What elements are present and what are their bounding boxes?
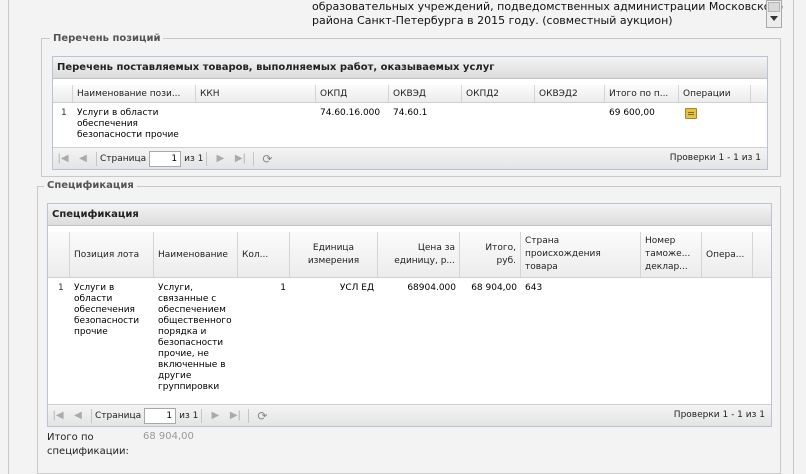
prev-page-icon[interactable]: ◀ (71, 409, 85, 423)
spec-legend: Спецификация (44, 180, 137, 191)
pager-info: Проверки 1 - 1 из 1 (669, 153, 761, 163)
positions-panel: Перечень поставляемых товаров, выполняем… (52, 56, 768, 170)
pager-info: Проверки 1 - 1 из 1 (673, 410, 765, 420)
positions-panel-title: Перечень поставляемых товаров, выполняем… (53, 57, 767, 79)
pager-separator (253, 151, 255, 166)
pager-separator (201, 408, 203, 423)
page-of-label: из 1 (179, 410, 199, 421)
spec-qty: 1 (280, 283, 286, 293)
position-operations (679, 104, 751, 123)
refresh-icon[interactable]: ⟳ (260, 152, 274, 166)
col-header-unit[interactable]: Единица измерения (290, 232, 378, 277)
col-header-kkn[interactable]: ККН (196, 85, 316, 102)
col-header-price[interactable]: Цена за единицу, р... (378, 232, 460, 277)
col-header-total[interactable]: Итого по п... (605, 85, 679, 102)
col-header-operations[interactable]: Операции (679, 85, 751, 102)
spec-panel-title: Спецификация (48, 204, 771, 226)
spec-rownum-header (48, 232, 70, 277)
col-header-okpd2[interactable]: ОКПД2 (462, 85, 535, 102)
description-scrollbar[interactable] (766, 0, 782, 28)
pager-separator (91, 408, 92, 423)
col-header-customs[interactable]: Номер таможе... деклар... (641, 232, 702, 277)
page-label: Страница (95, 410, 142, 421)
pager-separator (96, 151, 97, 166)
spec-name: Услуги, связанные с обеспечением обществ… (158, 283, 232, 392)
description-line-1: образовательных учреждений, подведомстве… (312, 0, 783, 13)
page-label: Страница (100, 153, 147, 164)
spec-lot-position: Услуги в области обеспечения безопасност… (74, 283, 140, 337)
table-row[interactable]: 1 Услуги в области обеспечения безопасно… (53, 104, 767, 146)
next-page-icon[interactable]: ▶ (213, 152, 227, 166)
position-okpd2 (462, 104, 535, 108)
spec-total: 68 904,00 (471, 283, 517, 293)
last-page-icon[interactable]: ▶| (233, 152, 247, 166)
position-okved2 (535, 104, 605, 108)
pager-separator (206, 151, 208, 166)
spec-grid-header: Позиция лота Наименование Кол... Единица… (48, 232, 771, 278)
scroll-down-arrow-icon[interactable] (770, 16, 778, 21)
col-header-spec-operations[interactable]: Опера... (702, 232, 753, 277)
page-number-input[interactable] (144, 407, 177, 424)
spec-customs (641, 279, 702, 283)
positions-pager: |◀ ◀ Страница из 1 ▶ ▶| ⟳ Проверки 1 - 1… (53, 147, 767, 169)
col-header-okpd[interactable]: ОКПД (316, 85, 389, 102)
col-header-okved2[interactable]: ОКВЭД2 (535, 85, 605, 102)
procurement-description: образовательных учреждений, подведомстве… (312, 0, 783, 28)
position-okpd: 74.60.16.000 (320, 108, 381, 118)
positions-legend: Перечень позиций (50, 33, 164, 44)
scrollbar-thumb[interactable] (768, 2, 780, 12)
right-border (793, 0, 794, 474)
last-page-icon[interactable]: ▶| (228, 409, 242, 423)
spec-unit: УСЛ ЕД (339, 283, 374, 293)
table-row[interactable]: 1 Услуги в области обеспечения безопасно… (48, 279, 771, 400)
col-header-name[interactable]: Наименование пози... (73, 85, 196, 102)
col-header-country[interactable]: Страна происхождения товара (521, 232, 641, 277)
row-number: 1 (58, 283, 64, 293)
page-number-input[interactable] (149, 150, 182, 167)
positions-grid-header: Наименование пози... ККН ОКПД ОКВЭД ОКПД… (53, 85, 767, 103)
description-line-2: района Санкт-Петербурга в 2015 году. (со… (312, 14, 673, 27)
row-number: 1 (61, 108, 67, 118)
first-page-icon[interactable]: |◀ (51, 409, 65, 423)
col-header-spec-total[interactable]: Итого, руб. (460, 232, 521, 277)
spec-price: 68904.000 (407, 283, 456, 293)
left-border (8, 0, 9, 474)
next-page-icon[interactable]: ▶ (208, 409, 222, 423)
refresh-icon[interactable]: ⟳ (255, 409, 269, 423)
page-of-label: из 1 (184, 153, 204, 164)
spec-total-value: 68 904,00 (143, 431, 194, 442)
spec-panel: Спецификация Позиция лота Наименование К… (47, 203, 772, 427)
first-page-icon[interactable]: |◀ (56, 152, 70, 166)
col-header-spec-name[interactable]: Наименование (154, 232, 238, 277)
positions-rownum-header (53, 85, 73, 102)
spec-total-label: Итого по спецификации: (47, 432, 129, 457)
col-header-lot-position[interactable]: Позиция лота (70, 232, 154, 277)
pager-separator (248, 408, 250, 423)
position-kkn (196, 104, 316, 108)
spec-pager: |◀ ◀ Страница из 1 ▶ ▶| ⟳ Проверки 1 - 1… (48, 404, 771, 426)
position-okved: 74.60.1 (393, 108, 428, 118)
position-total: 69 600,00 (609, 108, 655, 118)
position-name: Услуги в области обеспечения безопасност… (77, 108, 179, 140)
document-icon[interactable] (685, 108, 697, 119)
prev-page-icon[interactable]: ◀ (76, 152, 90, 166)
spec-country: 643 (525, 283, 543, 293)
col-header-qty[interactable]: Кол... (238, 232, 290, 277)
col-header-okved[interactable]: ОКВЭД (389, 85, 462, 102)
